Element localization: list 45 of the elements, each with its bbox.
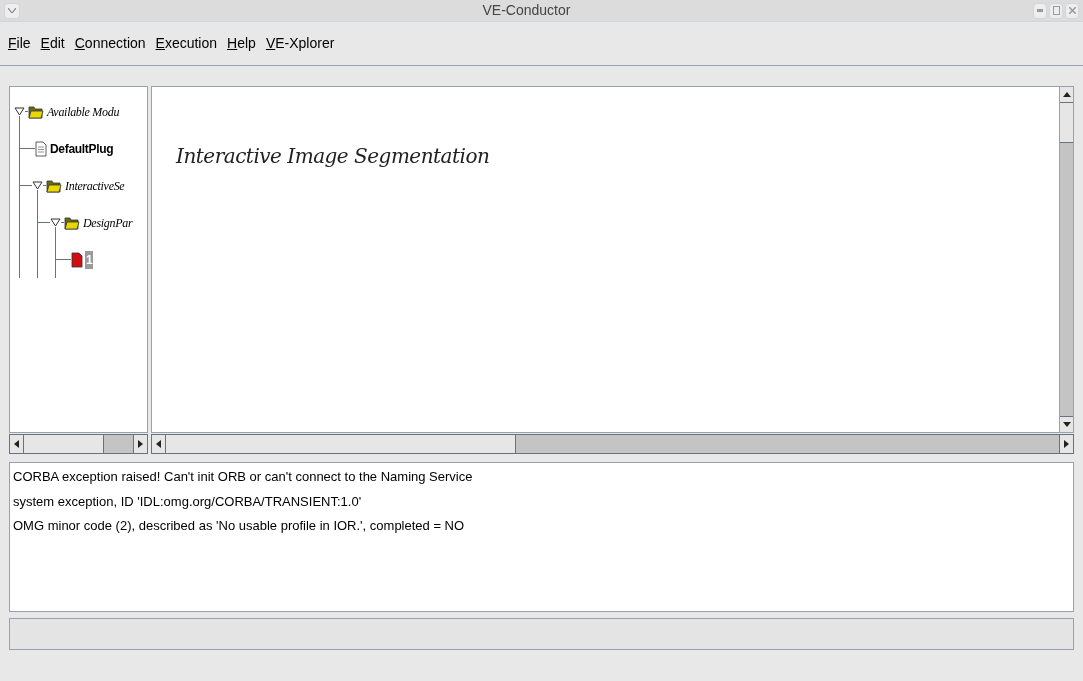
collapse-triangle-icon[interactable] (50, 218, 61, 227)
menu-item[interactable]: Edit (40, 33, 65, 54)
collapse-triangle-icon[interactable] (32, 181, 43, 190)
close-icon (1068, 7, 1076, 14)
window-menu-button[interactable] (4, 2, 20, 19)
tree-item[interactable]: DesignPar (82, 213, 134, 232)
scrollbar-thumb[interactable] (24, 435, 104, 453)
folder-icon (28, 104, 44, 119)
up-arrow-icon (1062, 92, 1071, 97)
menu-item[interactable]: Help (227, 33, 256, 54)
log-line: OMG minor code (2), described as 'No usable profile in IOR.', completed = NO (13, 517, 466, 535)
right-arrow-icon (1064, 440, 1069, 448)
folder-icon (46, 178, 62, 193)
document-icon (71, 251, 83, 268)
menu-item[interactable]: Connection (74, 33, 146, 54)
scroll-left-button[interactable] (10, 435, 24, 453)
tree-item[interactable]: InteractiveSe (64, 176, 126, 195)
log-line: system exception, ID 'IDL:omg.org/CORBA/TRANSIENT:1.0' (13, 492, 363, 511)
left-arrow-icon (156, 440, 161, 448)
horizontal-scrollbar[interactable] (9, 434, 148, 454)
maximize-icon (1052, 6, 1060, 15)
window-title: VE-Conductor (481, 1, 572, 20)
tree-item[interactable]: Available Modu (46, 102, 121, 121)
canvas-title: Interactive Image Segmentation (176, 144, 490, 168)
menu-item[interactable]: Execution (155, 33, 218, 54)
left-arrow-icon (14, 440, 19, 448)
menu-item[interactable]: VE-Xplorer (265, 33, 335, 54)
scroll-left-button[interactable] (152, 435, 166, 453)
menu-item[interactable]: File (8, 33, 31, 54)
folder-icon (64, 215, 80, 230)
horizontal-scrollbar[interactable] (151, 434, 1074, 454)
chevron-down-icon (8, 8, 16, 13)
right-arrow-icon (138, 440, 143, 448)
scrollbar-thumb[interactable] (166, 435, 516, 453)
minimize-icon (1037, 9, 1043, 12)
tree-item[interactable]: DefaultPlug (49, 139, 115, 158)
scroll-down-button[interactable] (1060, 416, 1073, 432)
scroll-right-button[interactable] (133, 435, 147, 453)
collapse-triangle-icon[interactable] (14, 107, 25, 116)
log-line: CORBA exception raised! Can't init ORB or can't connect to the Naming Service (13, 468, 474, 486)
scrollbar-thumb[interactable] (1060, 103, 1073, 143)
document-icon (35, 140, 47, 157)
down-arrow-icon (1062, 422, 1071, 427)
scroll-right-button[interactable] (1059, 435, 1073, 453)
scroll-up-button[interactable] (1060, 87, 1073, 103)
